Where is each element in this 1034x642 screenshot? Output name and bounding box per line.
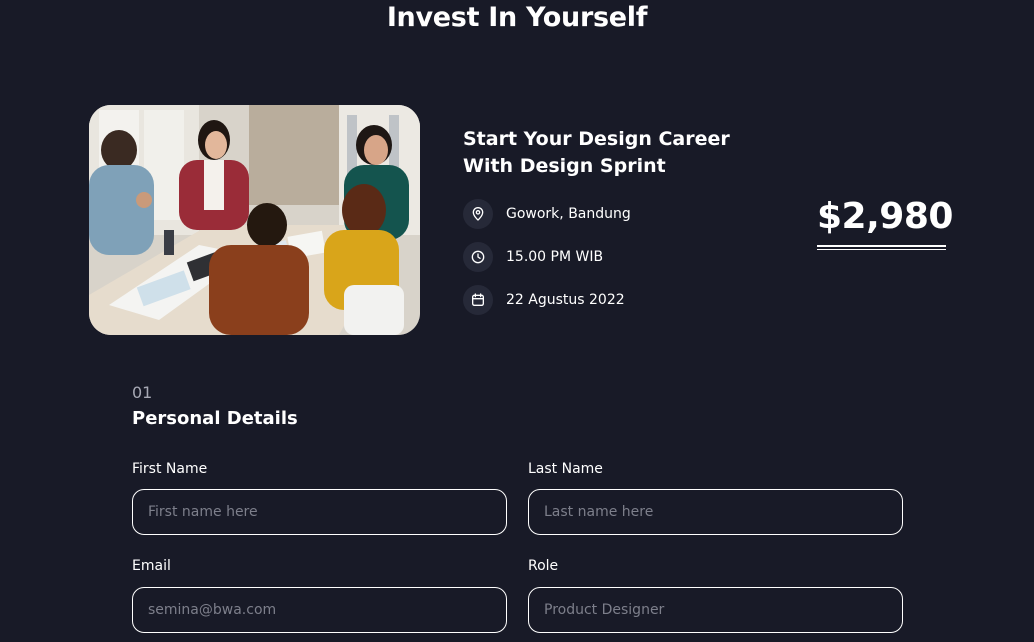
role-input[interactable] xyxy=(528,587,903,633)
event-title: Start Your Design Career With Design Spr… xyxy=(463,126,763,180)
event-location: Gowork, Bandung xyxy=(463,199,631,229)
map-pin-icon xyxy=(463,199,493,229)
checkout-page: Invest In Yourself Start Your Design Car… xyxy=(0,0,1034,642)
step-number: 01 xyxy=(132,383,153,402)
price-underline xyxy=(817,245,946,250)
event-photo xyxy=(89,105,420,335)
section-title: Personal Details xyxy=(132,408,298,429)
event-time: 15.00 PM WIB xyxy=(463,242,603,272)
event-title-line-2: With Design Sprint xyxy=(463,155,666,177)
team-meeting-illustration xyxy=(89,105,420,335)
event-date: 22 Agustus 2022 xyxy=(463,285,625,315)
event-title-line-1: Start Your Design Career xyxy=(463,128,730,150)
page-title: Invest In Yourself xyxy=(386,2,648,33)
event-price: $2,980 xyxy=(817,196,953,237)
email-input[interactable] xyxy=(132,587,507,633)
event-location-text: Gowork, Bandung xyxy=(506,206,631,222)
price-block: $2,980 xyxy=(817,194,953,250)
event-time-text: 15.00 PM WIB xyxy=(506,249,604,265)
email-label: Email xyxy=(132,558,171,574)
first-name-input[interactable] xyxy=(132,489,507,535)
calendar-icon xyxy=(463,285,493,315)
last-name-label: Last Name xyxy=(528,461,603,477)
clock-icon xyxy=(463,242,493,272)
role-label: Role xyxy=(528,558,559,574)
first-name-label: First Name xyxy=(132,461,208,477)
event-date-text: 22 Agustus 2022 xyxy=(506,292,625,308)
last-name-input[interactable] xyxy=(528,489,903,535)
